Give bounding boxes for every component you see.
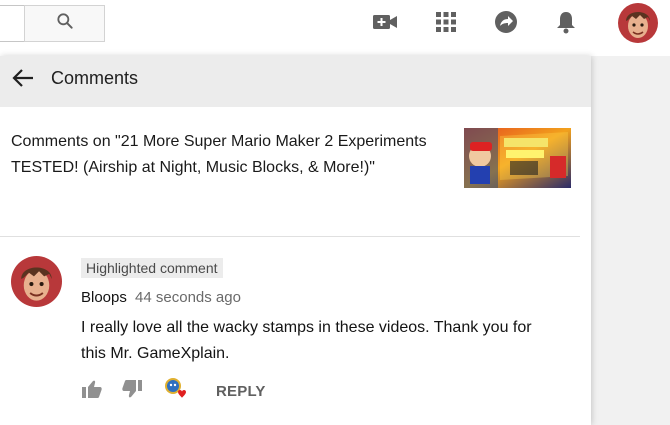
- search-input[interactable]: [0, 5, 24, 42]
- back-button[interactable]: [8, 65, 38, 95]
- comment-text: I really love all the wacky stamps in th…: [81, 319, 532, 362]
- search-button[interactable]: [24, 5, 105, 42]
- divider: [0, 236, 580, 237]
- dislike-button[interactable]: [121, 379, 143, 403]
- video-info[interactable]: Comments on "21 More Super Mario Maker 2…: [11, 129, 451, 181]
- thumbs-up-icon: [82, 380, 102, 403]
- apps-grid-icon: [436, 11, 456, 37]
- thumbs-down-icon: [122, 379, 142, 403]
- comments-panel: Comments Comments on "21 More Super Mari…: [0, 56, 591, 425]
- comment-header: Bloops 44 seconds ago: [81, 289, 241, 306]
- video-camera-plus-icon: [372, 12, 398, 37]
- comment-author[interactable]: Bloops: [81, 289, 127, 306]
- panel-title: Comments: [51, 68, 139, 88]
- bell-icon: [555, 10, 577, 39]
- like-button[interactable]: [81, 380, 103, 402]
- arrow-left-icon: [12, 68, 34, 93]
- comment-author-avatar[interactable]: [11, 256, 62, 307]
- masthead: [0, 0, 670, 56]
- comment-time[interactable]: 44 seconds ago: [135, 289, 241, 306]
- creator-heart-button[interactable]: [163, 377, 189, 402]
- highlighted-comment-badge: Highlighted comment: [81, 258, 223, 278]
- apps-button[interactable]: [433, 11, 459, 37]
- share-messages-button[interactable]: [493, 10, 519, 39]
- video-thumbnail[interactable]: [464, 128, 571, 188]
- reply-button[interactable]: REPLY: [216, 383, 266, 400]
- notifications-button[interactable]: [553, 11, 579, 37]
- panel-header: Comments: [0, 56, 591, 107]
- creator-heart-icon: [163, 377, 189, 406]
- create-video-button[interactable]: [372, 11, 398, 37]
- share-arrow-icon: [494, 10, 518, 39]
- account-avatar[interactable]: [618, 3, 658, 43]
- search-icon: [55, 11, 75, 36]
